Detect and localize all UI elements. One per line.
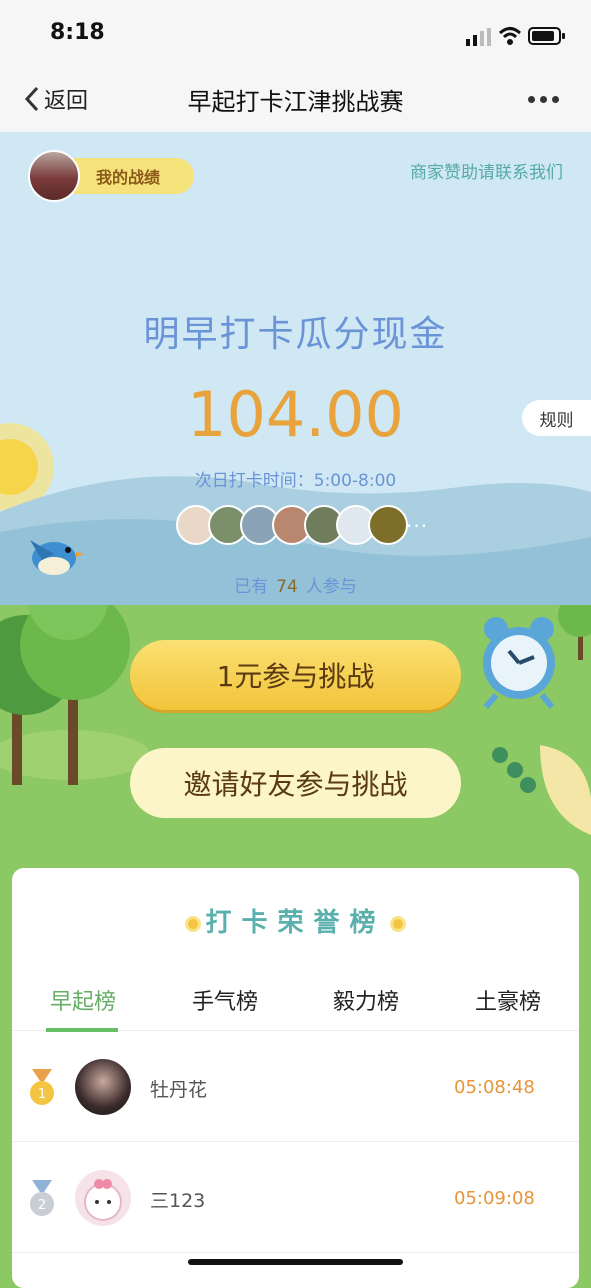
more-dot-icon [528, 96, 535, 103]
joined-number: 74 [276, 577, 298, 597]
joined-prefix: 已有 [234, 577, 269, 597]
leaderboard-title-text: 打卡荣誉榜 [205, 908, 386, 938]
nav-bar: 早起打卡江津挑战赛 返回 [0, 66, 591, 133]
medal-icon [185, 915, 202, 932]
participant-avatar [368, 505, 408, 545]
avatar [75, 1059, 131, 1115]
signal-icon [466, 28, 491, 46]
alarm-clock-icon [483, 617, 555, 709]
silver-medal-icon: 2 [30, 1180, 54, 1216]
my-record-button[interactable]: 我的战绩 [28, 150, 194, 202]
invite-friends-button[interactable]: 邀请好友参与挑战 [130, 748, 461, 818]
rank-number: 1 [38, 1087, 46, 1102]
leaderboard-row[interactable]: 2 三123 05:09:08 [12, 1142, 579, 1253]
leaderboard-row[interactable]: 1 牡丹花 05:08:48 [12, 1031, 579, 1142]
player-name: 牡丹花 [150, 1079, 208, 1101]
headline: 明早打卡瓜分现金 [143, 314, 448, 355]
checkin-time-value: 05:09:08 [454, 1188, 535, 1209]
leaderboard-card: 打卡荣誉榜 早起榜 手气榜 毅力榜 土豪榜 1 牡丹花 05:08:48 2 三… [12, 868, 579, 1288]
leaderboard-tabs: 早起榜 手气榜 毅力榜 土豪榜 [12, 984, 579, 1032]
more-dot-icon [540, 96, 547, 103]
battery-icon [528, 27, 565, 45]
status-time: 8:18 [50, 20, 105, 45]
tab-luck[interactable]: 手气榜 [154, 984, 296, 1016]
back-label: 返回 [44, 89, 89, 114]
more-participants-icon[interactable]: ··· [406, 514, 428, 538]
medal-icon [389, 915, 406, 932]
chevron-left-icon [24, 86, 39, 112]
more-button[interactable] [528, 96, 559, 103]
join-challenge-button[interactable]: 1元参与挑战 [130, 640, 461, 710]
my-record-label: 我的战绩 [96, 168, 161, 187]
leaderboard-title: 打卡荣誉榜 [12, 902, 579, 939]
joined-suffix: 人参与 [305, 577, 357, 597]
wifi-icon [498, 27, 522, 45]
home-indicator [188, 1259, 403, 1265]
more-dot-icon [552, 96, 559, 103]
joined-count: 已有 74 人参与 [0, 572, 591, 597]
status-bar: 8:18 [0, 0, 591, 66]
back-button[interactable]: 返回 [24, 84, 88, 114]
sponsor-contact-link[interactable]: 商家赞助请联系我们 [410, 158, 563, 183]
checkin-time: 次日打卡时间：5:00-8:00 [194, 471, 397, 491]
tab-early-rise[interactable]: 早起榜 [12, 984, 154, 1016]
tab-persistence[interactable]: 毅力榜 [295, 984, 437, 1016]
checkin-time-value: 05:08:48 [454, 1077, 535, 1098]
player-name: 三123 [150, 1190, 206, 1212]
tab-rich[interactable]: 土豪榜 [437, 984, 579, 1016]
rules-button[interactable]: 规则 [522, 400, 591, 436]
avatar [75, 1170, 131, 1226]
prize-amount: 104.00 [187, 378, 404, 451]
rank-number: 2 [38, 1198, 46, 1213]
user-avatar [28, 150, 80, 202]
gold-medal-icon: 1 [30, 1069, 54, 1105]
page-title: 早起打卡江津挑战赛 [187, 88, 404, 116]
